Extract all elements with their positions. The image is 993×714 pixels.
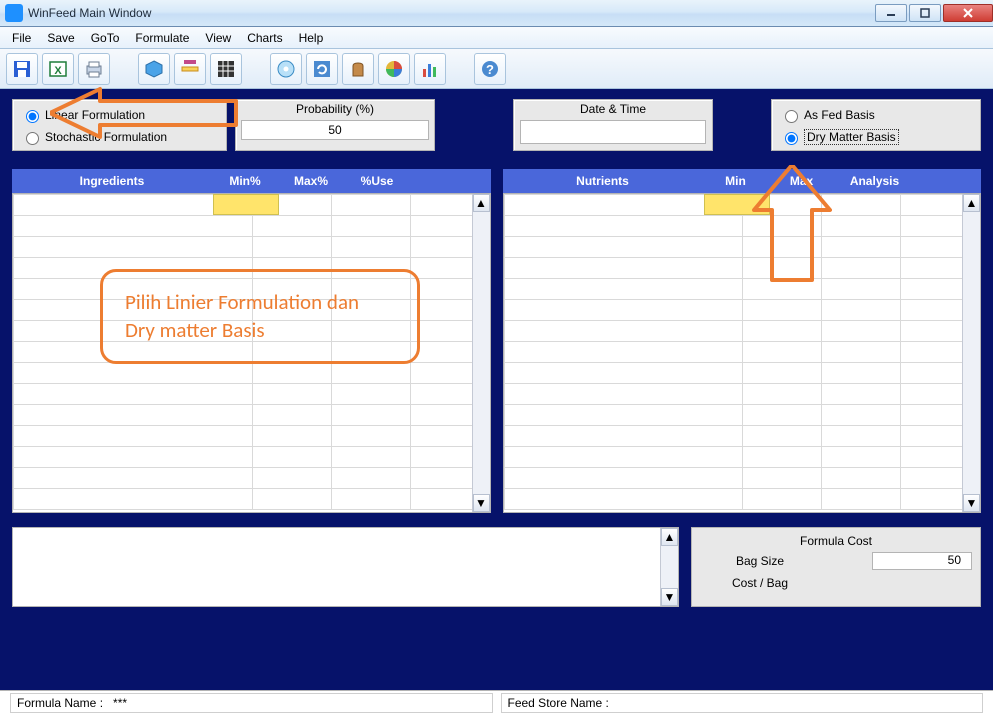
col-analysis[interactable]: Analysis bbox=[835, 174, 915, 188]
scroll-down-icon[interactable]: ▼ bbox=[473, 494, 490, 512]
probability-field[interactable]: 50 bbox=[241, 120, 429, 140]
menu-bar: File Save GoTo Formulate View Charts Hel… bbox=[0, 27, 993, 49]
scrollbar-vertical[interactable]: ▲ ▼ bbox=[472, 194, 490, 512]
col-max[interactable]: Max bbox=[769, 174, 835, 188]
feed-store-label: Feed Store Name : bbox=[508, 696, 609, 710]
barchart-icon[interactable] bbox=[414, 53, 446, 85]
svg-text:?: ? bbox=[486, 62, 494, 77]
bag-size-field[interactable]: 50 bbox=[872, 552, 972, 570]
nutrients-table: Nutrients Min Max Analysis ▲ ▼ bbox=[503, 169, 982, 513]
scroll-up-icon[interactable]: ▲ bbox=[661, 528, 678, 546]
active-cell[interactable] bbox=[213, 194, 279, 215]
app-icon bbox=[5, 4, 23, 22]
close-button[interactable] bbox=[943, 4, 993, 22]
formula-name-label: Formula Name : bbox=[17, 696, 103, 710]
title-bar: WinFeed Main Window bbox=[0, 0, 993, 27]
scroll-up-icon[interactable]: ▲ bbox=[963, 194, 980, 212]
menu-save[interactable]: Save bbox=[39, 29, 82, 47]
ingredients-table: Ingredients Min% Max% %Use ▲ ▼ bbox=[12, 169, 491, 513]
formula-cost-panel: Formula Cost Bag Size 50 Cost / Bag bbox=[691, 527, 981, 607]
scroll-up-icon[interactable]: ▲ bbox=[473, 194, 490, 212]
scrollbar-vertical[interactable]: ▲ ▼ bbox=[660, 528, 678, 606]
minimize-button[interactable] bbox=[875, 4, 907, 22]
col-ingredients[interactable]: Ingredients bbox=[12, 174, 212, 188]
col-min-pct[interactable]: Min% bbox=[212, 174, 278, 188]
formula-name-value: *** bbox=[113, 696, 127, 710]
print-icon[interactable] bbox=[78, 53, 110, 85]
radio-stochastic-input[interactable] bbox=[26, 132, 39, 145]
formulation-panel: Linear Formulation Stochastic Formulatio… bbox=[12, 99, 227, 151]
radio-as-fed[interactable]: As Fed Basis bbox=[780, 104, 972, 126]
refresh-icon[interactable] bbox=[306, 53, 338, 85]
export-excel-icon[interactable]: X bbox=[42, 53, 74, 85]
radio-dry-matter-input[interactable] bbox=[785, 132, 798, 145]
window-title: WinFeed Main Window bbox=[28, 6, 873, 20]
col-max-pct[interactable]: Max% bbox=[278, 174, 344, 188]
ingredients-body[interactable]: ▲ ▼ bbox=[12, 193, 491, 513]
help-icon[interactable]: ? bbox=[474, 53, 506, 85]
disc-icon[interactable] bbox=[270, 53, 302, 85]
menu-formulate[interactable]: Formulate bbox=[127, 29, 197, 47]
bag-icon[interactable] bbox=[342, 53, 374, 85]
scroll-down-icon[interactable]: ▼ bbox=[661, 588, 678, 606]
col-min[interactable]: Min bbox=[703, 174, 769, 188]
menu-goto[interactable]: GoTo bbox=[83, 29, 128, 47]
save-icon[interactable] bbox=[6, 53, 38, 85]
menu-view[interactable]: View bbox=[197, 29, 239, 47]
radio-dry-matter[interactable]: Dry Matter Basis bbox=[780, 126, 972, 148]
date-time-field[interactable] bbox=[520, 120, 706, 144]
scroll-down-icon[interactable]: ▼ bbox=[963, 494, 980, 512]
cost-per-bag-label: Cost / Bag bbox=[700, 576, 820, 590]
radio-linear-label: Linear Formulation bbox=[45, 108, 145, 122]
bag-size-label: Bag Size bbox=[700, 554, 820, 568]
col-use-pct[interactable]: %Use bbox=[344, 174, 410, 188]
piechart-icon[interactable] bbox=[378, 53, 410, 85]
toolbar: X ? bbox=[0, 49, 993, 89]
scrollbar-vertical[interactable]: ▲ ▼ bbox=[962, 194, 980, 512]
radio-dry-matter-label: Dry Matter Basis bbox=[804, 129, 899, 145]
radio-linear[interactable]: Linear Formulation bbox=[21, 104, 218, 126]
radio-stochastic[interactable]: Stochastic Formulation bbox=[21, 126, 218, 148]
radio-linear-input[interactable] bbox=[26, 110, 39, 123]
package-icon[interactable] bbox=[138, 53, 170, 85]
ruler-icon[interactable] bbox=[174, 53, 206, 85]
grid-icon[interactable] bbox=[210, 53, 242, 85]
nutrients-body[interactable]: ▲ ▼ bbox=[503, 193, 982, 513]
probability-panel: Probability (%) 50 bbox=[235, 99, 435, 151]
menu-file[interactable]: File bbox=[4, 29, 39, 47]
formula-cost-title: Formula Cost bbox=[700, 532, 972, 550]
svg-text:X: X bbox=[54, 65, 62, 77]
basis-panel: As Fed Basis Dry Matter Basis bbox=[771, 99, 981, 151]
radio-as-fed-input[interactable] bbox=[785, 110, 798, 123]
probability-label: Probability (%) bbox=[236, 100, 434, 118]
menu-charts[interactable]: Charts bbox=[239, 29, 290, 47]
active-cell[interactable] bbox=[704, 194, 770, 215]
status-bar: Formula Name : *** Feed Store Name : bbox=[0, 690, 993, 714]
content-area: Linear Formulation Stochastic Formulatio… bbox=[0, 89, 993, 690]
radio-stochastic-label: Stochastic Formulation bbox=[45, 130, 167, 144]
menu-help[interactable]: Help bbox=[291, 29, 332, 47]
col-nutrients[interactable]: Nutrients bbox=[503, 174, 703, 188]
date-time-label: Date & Time bbox=[514, 100, 712, 118]
radio-as-fed-label: As Fed Basis bbox=[804, 108, 875, 122]
date-time-panel: Date & Time bbox=[513, 99, 713, 151]
notes-textarea[interactable]: ▲ ▼ bbox=[12, 527, 679, 607]
maximize-button[interactable] bbox=[909, 4, 941, 22]
